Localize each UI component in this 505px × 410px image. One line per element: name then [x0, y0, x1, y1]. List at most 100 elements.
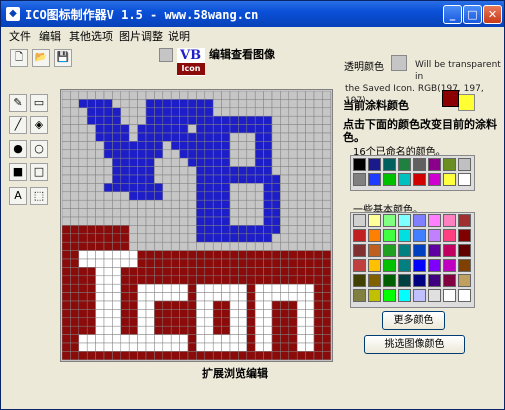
pixel-cell[interactable] [95, 317, 105, 327]
pixel-cell[interactable] [95, 166, 105, 176]
pixel-cell[interactable] [170, 351, 180, 361]
pixel-cell[interactable] [162, 325, 172, 335]
pixel-cell[interactable] [288, 325, 298, 335]
pixel-cell[interactable] [221, 233, 231, 243]
pixel-cell[interactable] [154, 300, 164, 310]
minimize-button[interactable]: _ [443, 5, 462, 24]
pixel-cell[interactable] [296, 149, 306, 159]
pixel-cell[interactable] [204, 149, 214, 159]
pixel-cell[interactable] [280, 91, 290, 100]
basic-color-swatch[interactable] [383, 289, 396, 302]
pixel-cell[interactable] [86, 199, 96, 209]
pixel-cell[interactable] [179, 325, 189, 335]
pixel-cell[interactable] [263, 107, 273, 117]
pixel-cell[interactable] [128, 325, 138, 335]
pixel-cell[interactable] [238, 258, 248, 268]
pixel-cell[interactable] [212, 174, 222, 184]
pixel-cell[interactable] [296, 241, 306, 251]
pixel-cell[interactable] [95, 258, 105, 268]
pixel-cell[interactable] [246, 216, 256, 226]
pixel-cell[interactable] [196, 107, 206, 117]
pixel-cell[interactable] [254, 250, 264, 260]
pixel-cell[interactable] [263, 241, 273, 251]
pixel-cell[interactable] [103, 225, 113, 235]
pixel-cell[interactable] [229, 157, 239, 167]
pixel-cell[interactable] [322, 283, 332, 293]
named-color-swatch[interactable] [413, 158, 426, 171]
pixel-cell[interactable] [296, 225, 306, 235]
pixel-cell[interactable] [246, 183, 256, 193]
pixel-cell[interactable] [154, 342, 164, 352]
pixel-cell[interactable] [229, 351, 239, 361]
pixel-cell[interactable] [288, 99, 298, 109]
pixel-cell[interactable] [246, 166, 256, 176]
pixel-cell[interactable] [288, 292, 298, 302]
pixel-cell[interactable] [137, 191, 147, 201]
pixel-cell[interactable] [120, 107, 130, 117]
pixel-cell[interactable] [246, 99, 256, 109]
pixel-cell[interactable] [322, 216, 332, 226]
pixel-cell[interactable] [288, 115, 298, 125]
pixel-cell[interactable] [212, 183, 222, 193]
pixel-cell[interactable] [229, 149, 239, 159]
pixel-cell[interactable] [280, 300, 290, 310]
pixel-cell[interactable] [212, 225, 222, 235]
pixel-cell[interactable] [120, 149, 130, 159]
pixel-cell[interactable] [162, 267, 172, 277]
pixel-cell[interactable] [145, 91, 155, 100]
pixel-cell[interactable] [112, 317, 122, 327]
pixel-cell[interactable] [263, 115, 273, 125]
pixel-cell[interactable] [137, 183, 147, 193]
pixel-cell[interactable] [137, 107, 147, 117]
pixel-cell[interactable] [187, 191, 197, 201]
menu-file[interactable]: 文件 [9, 28, 31, 44]
pixel-cell[interactable] [154, 351, 164, 361]
eraser-icon[interactable]: ▭ [30, 94, 48, 112]
pixel-cell[interactable] [120, 258, 130, 268]
pixel-cell[interactable] [78, 225, 88, 235]
pixel-cell[interactable] [103, 309, 113, 319]
pixel-cell[interactable] [204, 325, 214, 335]
pixel-cell[interactable] [280, 267, 290, 277]
pixel-cell[interactable] [145, 283, 155, 293]
basic-color-swatch[interactable] [443, 274, 456, 287]
pixel-cell[interactable] [179, 115, 189, 125]
pixel-cell[interactable] [86, 174, 96, 184]
pixel-cell[interactable] [271, 124, 281, 134]
pixel-cell[interactable] [296, 166, 306, 176]
pixel-cell[interactable] [187, 342, 197, 352]
pixel-cell[interactable] [229, 309, 239, 319]
pixel-cell[interactable] [62, 174, 71, 184]
pixel-cell[interactable] [254, 99, 264, 109]
pixel-cell[interactable] [179, 258, 189, 268]
pixel-cell[interactable] [187, 107, 197, 117]
pixel-cell[interactable] [288, 91, 298, 100]
pixel-cell[interactable] [62, 99, 71, 109]
pixel-cell[interactable] [70, 157, 80, 167]
pixel-cell[interactable] [246, 325, 256, 335]
pixel-cell[interactable] [322, 199, 332, 209]
menu-edit[interactable]: 编辑 [39, 28, 61, 44]
pixel-cell[interactable] [271, 99, 281, 109]
pixel-cell[interactable] [296, 91, 306, 100]
pixel-cell[interactable] [170, 342, 180, 352]
pixel-cell[interactable] [221, 157, 231, 167]
pixel-cell[interactable] [212, 241, 222, 251]
pixel-cell[interactable] [263, 267, 273, 277]
basic-color-swatch[interactable] [413, 244, 426, 257]
pixel-cell[interactable] [120, 325, 130, 335]
pixel-cell[interactable] [196, 191, 206, 201]
current-background-swatch[interactable] [458, 94, 475, 111]
pixel-cell[interactable] [70, 174, 80, 184]
basic-color-swatch[interactable] [458, 214, 471, 227]
pixel-cell[interactable] [229, 124, 239, 134]
pixel-cell[interactable] [62, 292, 71, 302]
pixel-cell[interactable] [322, 342, 332, 352]
pixel-cell[interactable] [78, 149, 88, 159]
basic-color-swatch[interactable] [398, 229, 411, 242]
pixel-cell[interactable] [296, 300, 306, 310]
pixel-cell[interactable] [254, 309, 264, 319]
pixel-cell[interactable] [145, 292, 155, 302]
pixel-cell[interactable] [322, 191, 332, 201]
pixel-cell[interactable] [305, 325, 315, 335]
